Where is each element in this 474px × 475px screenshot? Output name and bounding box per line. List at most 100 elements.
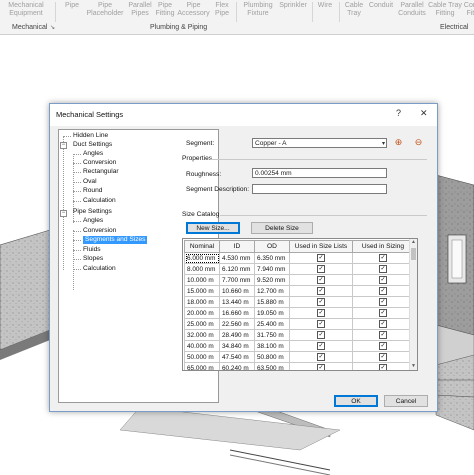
od-cell[interactable]: 6.350 mm bbox=[254, 252, 290, 264]
used-in-size-lists-checkbox[interactable]: ✓ bbox=[317, 331, 325, 339]
scroll-thumb[interactable] bbox=[411, 248, 416, 260]
used-in-size-lists-checkbox[interactable]: ✓ bbox=[317, 254, 325, 262]
ribbon-button-sprinkler[interactable]: Sprinkler bbox=[276, 2, 310, 10]
new-segment-icon[interactable]: ⊕ bbox=[393, 137, 404, 148]
ribbon-button-flex-pipe[interactable]: Flex Pipe bbox=[211, 2, 233, 18]
tree-item-pipe-angles[interactable]: Angles bbox=[83, 217, 103, 225]
tree-item-rectangular[interactable]: Rectangular bbox=[83, 168, 119, 176]
used-in-sizing-checkbox[interactable]: ✓ bbox=[379, 298, 387, 306]
close-icon[interactable]: ✕ bbox=[420, 108, 428, 119]
od-cell[interactable]: 19.050 m bbox=[254, 307, 290, 319]
table-row[interactable]: 65.000 m 60.240 m 63.500 m ✓ ✓ bbox=[184, 362, 414, 370]
used-in-sizing-checkbox[interactable]: ✓ bbox=[379, 287, 387, 295]
nominal-cell[interactable]: 10.000 m bbox=[184, 274, 220, 286]
used-in-sizing-checkbox[interactable]: ✓ bbox=[379, 331, 387, 339]
ribbon-button-conduit[interactable]: Conduit bbox=[366, 2, 396, 10]
ribbon-button-conduit-fitting[interactable]: Conduit Fitting bbox=[462, 2, 474, 18]
od-cell[interactable]: 7.940 mm bbox=[254, 263, 290, 275]
ribbon-button-wire[interactable]: Wire bbox=[314, 2, 336, 10]
help-button[interactable]: ? bbox=[396, 108, 401, 118]
id-cell[interactable]: 22.560 m bbox=[219, 318, 255, 330]
new-size-button[interactable]: New Size... bbox=[186, 222, 240, 234]
table-row[interactable]: 10.000 m 7.700 mm 9.520 mm ✓ ✓ bbox=[184, 274, 414, 286]
used-in-sizing-checkbox[interactable]: ✓ bbox=[379, 265, 387, 273]
ribbon-button-parallel-conduits[interactable]: Parallel Conduits bbox=[396, 2, 428, 18]
used-in-size-lists-checkbox[interactable]: ✓ bbox=[317, 298, 325, 306]
tree-item-duct-settings[interactable]: Duct Settings bbox=[73, 141, 112, 149]
roughness-field[interactable]: 0.00254 mm bbox=[252, 168, 387, 178]
tree-item-slopes[interactable]: Slopes bbox=[83, 255, 103, 263]
nominal-cell[interactable]: 6.000 mm bbox=[184, 252, 220, 264]
ribbon-button-pipe-fitting[interactable]: Pipe Fitting bbox=[154, 2, 176, 18]
od-cell[interactable]: 9.520 mm bbox=[254, 274, 290, 286]
table-row[interactable]: 8.000 mm 6.120 mm 7.940 mm ✓ ✓ bbox=[184, 263, 414, 275]
collapse-icon[interactable]: − bbox=[60, 142, 67, 149]
id-cell[interactable]: 7.700 mm bbox=[219, 274, 255, 286]
column-header-nominal[interactable]: Nominal bbox=[184, 240, 220, 253]
nominal-cell[interactable]: 20.000 m bbox=[184, 307, 220, 319]
table-row[interactable]: 25.000 m 22.560 m 25.400 m ✓ ✓ bbox=[184, 318, 414, 330]
used-in-size-lists-checkbox[interactable]: ✓ bbox=[317, 287, 325, 295]
id-cell[interactable]: 28.490 m bbox=[219, 329, 255, 341]
nominal-cell[interactable]: 25.000 m bbox=[184, 318, 220, 330]
column-header-used-in-sizing[interactable]: Used in Sizing bbox=[352, 240, 414, 253]
od-cell[interactable]: 15.880 m bbox=[254, 296, 290, 308]
table-row[interactable]: 50.000 m 47.540 m 50.800 m ✓ ✓ bbox=[184, 351, 414, 363]
tree-item-round[interactable]: Round bbox=[83, 187, 102, 195]
id-cell[interactable]: 4.530 mm bbox=[219, 252, 255, 264]
delete-size-button[interactable]: Delete Size bbox=[251, 222, 313, 234]
table-row[interactable]: 32.000 m 28.490 m 31.750 m ✓ ✓ bbox=[184, 329, 414, 341]
used-in-sizing-checkbox[interactable]: ✓ bbox=[379, 309, 387, 317]
od-cell[interactable]: 12.700 m bbox=[254, 285, 290, 297]
id-cell[interactable]: 47.540 m bbox=[219, 351, 255, 363]
od-cell[interactable]: 31.750 m bbox=[254, 329, 290, 341]
tree-item-pipe-conversion[interactable]: Conversion bbox=[83, 227, 116, 235]
id-cell[interactable]: 60.240 m bbox=[219, 362, 255, 370]
tree-item-duct-angles[interactable]: Angles bbox=[83, 150, 103, 158]
dialog-titlebar[interactable]: Mechanical Settings ? ✕ bbox=[50, 104, 437, 126]
nominal-cell[interactable]: 18.000 m bbox=[184, 296, 220, 308]
scroll-up-icon[interactable]: ▲ bbox=[411, 239, 416, 245]
used-in-size-lists-checkbox[interactable]: ✓ bbox=[317, 265, 325, 273]
tree-item-pipe-calculation[interactable]: Calculation bbox=[83, 265, 116, 273]
scroll-down-icon[interactable]: ▼ bbox=[411, 363, 416, 369]
table-row[interactable]: 18.000 m 13.440 m 15.880 m ✓ ✓ bbox=[184, 296, 414, 308]
column-header-id[interactable]: ID bbox=[219, 240, 255, 253]
id-cell[interactable]: 13.440 m bbox=[219, 296, 255, 308]
tree-item-fluids[interactable]: Fluids bbox=[83, 246, 101, 254]
table-row[interactable]: 20.000 m 16.660 m 19.050 m ✓ ✓ bbox=[184, 307, 414, 319]
segment-description-field[interactable] bbox=[252, 184, 387, 194]
nominal-cell[interactable]: 40.000 m bbox=[184, 340, 220, 352]
id-cell[interactable]: 34.840 m bbox=[219, 340, 255, 352]
used-in-size-lists-checkbox[interactable]: ✓ bbox=[317, 342, 325, 350]
id-cell[interactable]: 16.660 m bbox=[219, 307, 255, 319]
nominal-cell[interactable]: 15.000 m bbox=[184, 285, 220, 297]
nominal-cell[interactable]: 65.000 m bbox=[184, 362, 220, 370]
id-cell[interactable]: 10.660 m bbox=[219, 285, 255, 297]
nominal-cell[interactable]: 32.000 m bbox=[184, 329, 220, 341]
tree-item-oval[interactable]: Oval bbox=[83, 178, 97, 186]
tree-item-duct-calculation[interactable]: Calculation bbox=[83, 197, 116, 205]
ok-button[interactable]: OK bbox=[334, 395, 378, 407]
used-in-size-lists-checkbox[interactable]: ✓ bbox=[317, 276, 325, 284]
tree-item-pipe-settings[interactable]: Pipe Settings bbox=[73, 208, 112, 216]
collapse-icon[interactable]: − bbox=[60, 210, 67, 217]
od-cell[interactable]: 50.800 m bbox=[254, 351, 290, 363]
ribbon-button-parallel-pipes[interactable]: Parallel Pipes bbox=[126, 2, 154, 18]
ribbon-button-pipe-placeholder[interactable]: Pipe Placeholder bbox=[84, 2, 126, 18]
used-in-size-lists-checkbox[interactable]: ✓ bbox=[317, 320, 325, 328]
table-scrollbar[interactable]: ▲ ▼ bbox=[409, 239, 417, 370]
id-cell[interactable]: 6.120 mm bbox=[219, 263, 255, 275]
used-in-sizing-checkbox[interactable]: ✓ bbox=[379, 364, 387, 370]
tree-item-duct-conversion[interactable]: Conversion bbox=[83, 159, 116, 167]
used-in-sizing-checkbox[interactable]: ✓ bbox=[379, 276, 387, 284]
table-row[interactable]: 15.000 m 10.660 m 12.700 m ✓ ✓ bbox=[184, 285, 414, 297]
segment-combobox[interactable]: Copper - A ▾ bbox=[252, 138, 387, 148]
nominal-cell[interactable]: 50.000 m bbox=[184, 351, 220, 363]
od-cell[interactable]: 63.500 m bbox=[254, 362, 290, 370]
used-in-size-lists-checkbox[interactable]: ✓ bbox=[317, 353, 325, 361]
used-in-sizing-checkbox[interactable]: ✓ bbox=[379, 353, 387, 361]
used-in-size-lists-checkbox[interactable]: ✓ bbox=[317, 364, 325, 370]
delete-segment-icon[interactable]: ⊖ bbox=[413, 137, 424, 148]
ribbon-button-pipe[interactable]: Pipe bbox=[62, 2, 82, 10]
